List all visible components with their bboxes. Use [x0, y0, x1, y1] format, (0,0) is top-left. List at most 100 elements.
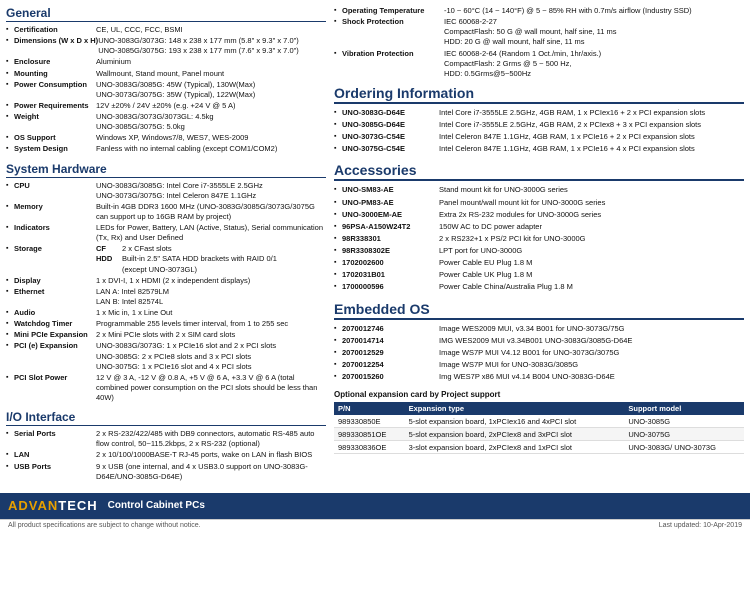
acc-pn-8: 1702031B01 [334, 270, 439, 280]
value-shock: IEC 60068-2-27CompactFlash: 50 G @ wall … [444, 17, 744, 47]
label-power-requirements: Power Requirements [6, 101, 96, 111]
page: General Certification CE, UL, CCC, FCC, … [0, 0, 750, 531]
row-serial-ports: Serial Ports 2 x RS-232/422/485 with DB9… [6, 429, 326, 449]
label-cpu: CPU [6, 181, 96, 201]
value-storage: CF2 x CFast slots HDDBuilt-in 2.5" SATA … [96, 244, 326, 274]
label-weight: Weight [6, 112, 96, 132]
io-interface-title: I/O Interface [6, 410, 326, 426]
value-indicators: LEDs for Power, Battery, LAN (Active, St… [96, 223, 326, 243]
order-item-4: UNO-3075G-C54E Intel Celeron 847E 1.1GHz… [334, 144, 744, 154]
table-cell-type: 3-slot expansion board, 2xPCIex8 and 1xP… [405, 441, 625, 454]
general-section: General Certification CE, UL, CCC, FCC, … [6, 6, 326, 155]
label-minipcie: Mini PCIe Expansion [6, 330, 96, 340]
value-power-requirements: 12V ±20% / 24V ±20% (e.g. +24 V @ 5 A) [96, 101, 326, 111]
os-item-1: 2070012746 Image WES2009 MUI, v3.34 B001… [334, 324, 744, 334]
value-weight: UNO-3083G/3073G/3073GL: 4.5kgUNO-3085G/3… [96, 112, 326, 132]
footer-logo: ADVANTECH [8, 498, 98, 513]
acc-pn-3: UNO-3000EM-AE [334, 210, 439, 220]
embedded-os-section: Embedded OS 2070012746 Image WES2009 MUI… [334, 301, 744, 383]
expansion-table: P/N Expansion type Support model 9893308… [334, 402, 744, 454]
label-op-temp: Operating Temperature [334, 6, 444, 16]
label-dimensions: Dimensions (W x D x H) [6, 36, 98, 56]
label-pci-slot-power: PCI Slot Power [6, 373, 96, 403]
col-header-pn: P/N [334, 402, 405, 415]
value-lan: 2 x 10/100/1000BASE-T RJ-45 ports, wake … [96, 450, 326, 460]
label-indicators: Indicators [6, 223, 96, 243]
label-display: Display [6, 276, 96, 286]
acc-item-9: 1700000596 Power Cable China/Australia P… [334, 282, 744, 292]
os-pn-5: 2070015260 [334, 372, 439, 382]
acc-item-8: 1702031B01 Power Cable UK Plug 1.8 M [334, 270, 744, 280]
acc-pn-2: UNO-PM83-AE [334, 198, 439, 208]
table-cell-pn: 989330836OE [334, 441, 405, 454]
os-pn-1: 2070012746 [334, 324, 439, 334]
row-dimensions: Dimensions (W x D x H) UNO-3083G/3073G: … [6, 36, 326, 56]
io-interface-section: I/O Interface Serial Ports 2 x RS-232/42… [6, 410, 326, 482]
acc-desc-5: 2 x RS232+1 x PS/2 PCI kit for UNO-3000G [439, 234, 744, 244]
acc-item-3: UNO-3000EM-AE Extra 2x RS-232 modules fo… [334, 210, 744, 220]
value-op-temp: -10 ~ 60°C (14 ~ 140°F) @ 5 ~ 85% RH wit… [444, 6, 744, 16]
acc-pn-6: 98R3308302E [334, 246, 439, 256]
row-memory: Memory Built-in 4GB DDR3 1600 MHz (UNO-3… [6, 202, 326, 222]
acc-item-6: 98R3308302E LPT port for UNO-3000G [334, 246, 744, 256]
label-certification: Certification [6, 25, 96, 35]
order-item-3: UNO-3073G-C54E Intel Celeron 847E 1.1GHz… [334, 132, 744, 142]
table-cell-pn: 989330851OE [334, 428, 405, 441]
acc-pn-5: 98R338301 [334, 234, 439, 244]
value-pci-slot-power: 12 V @ 3 A, -12 V @ 0.8 A, +5 V @ 6 A, +… [96, 373, 326, 403]
table-cell-type: 5-slot expansion board, 1xPCIex16 and 4x… [405, 415, 625, 428]
accessories-section: Accessories UNO-SM83-AE Stand mount kit … [334, 162, 744, 292]
value-display: 1 x DVI-I, 1 x HDMI (2 x independent dis… [96, 276, 326, 286]
value-os-support: Windows XP, Windows7/8, WES7, WES-2009 [96, 133, 326, 143]
row-system-design: System Design Fanless with no internal c… [6, 144, 326, 154]
order-pn-1: UNO-3083G-D64E [334, 108, 439, 118]
os-desc-5: Img WES7P x86 MUI v4.14 B004 UNO-3083G-D… [439, 372, 744, 382]
row-vibration: Vibration Protection IEC 60068-2-64 (Ran… [334, 49, 744, 79]
row-shock: Shock Protection IEC 60068-2-27CompactFl… [334, 17, 744, 47]
content-area: General Certification CE, UL, CCC, FCC, … [0, 0, 750, 493]
acc-item-2: UNO-PM83-AE Panel mount/wall mount kit f… [334, 198, 744, 208]
value-certification: CE, UL, CCC, FCC, BSMI [96, 25, 326, 35]
right-column: Operating Temperature -10 ~ 60°C (14 ~ 1… [334, 6, 744, 489]
row-minipcie: Mini PCIe Expansion 2 x Mini PCIe slots … [6, 330, 326, 340]
value-system-design: Fanless with no internal cabling (except… [96, 144, 326, 154]
table-row: 989330851OE 5-slot expansion board, 2xPC… [334, 428, 744, 441]
row-cpu: CPU UNO-3083G/3085G: Intel Core i7-3555L… [6, 181, 326, 201]
embedded-os-title: Embedded OS [334, 301, 744, 320]
acc-item-7: 1702002600 Power Cable EU Plug 1.8 M [334, 258, 744, 268]
value-cpu: UNO-3083G/3085G: Intel Core i7-3555LE 2.… [96, 181, 326, 201]
label-system-design: System Design [6, 144, 96, 154]
table-cell-pn: 989330850E [334, 415, 405, 428]
footer-bar: ADVANTECH Control Cabinet PCs [0, 493, 750, 519]
label-enclosure: Enclosure [6, 57, 96, 67]
label-pcie: PCI (e) Expansion [6, 341, 96, 371]
acc-desc-2: Panel mount/wall mount kit for UNO-3000G… [439, 198, 744, 208]
os-pn-3: 2070012529 [334, 348, 439, 358]
acc-desc-6: LPT port for UNO-3000G [439, 246, 744, 256]
row-weight: Weight UNO-3083G/3073G/3073GL: 4.5kgUNO-… [6, 112, 326, 132]
expansion-table-section: Optional expansion card by Project suppo… [334, 390, 744, 454]
value-dimensions: UNO-3083G/3073G: 148 x 238 x 177 mm (5.8… [98, 36, 326, 56]
system-hardware-section: System Hardware CPU UNO-3083G/3085G: Int… [6, 162, 326, 404]
os-item-2: 2070014714 IMG WES2009 MUI v3.34B001 UNO… [334, 336, 744, 346]
ordering-section: Ordering Information UNO-3083G-D64E Inte… [334, 85, 744, 155]
acc-desc-9: Power Cable China/Australia Plug 1.8 M [439, 282, 744, 292]
acc-desc-1: Stand mount kit for UNO-3000G series [439, 185, 744, 195]
row-enclosure: Enclosure Aluminium [6, 57, 326, 67]
acc-item-4: 96PSA-A150W24T2 150W AC to DC power adap… [334, 222, 744, 232]
label-power-consumption: Power Consumption [6, 80, 96, 100]
footer-note-right: Last updated: 10-Apr-2019 [659, 522, 742, 529]
value-minipcie: 2 x Mini PCIe slots with 2 x SIM card sl… [96, 330, 326, 340]
acc-desc-8: Power Cable UK Plug 1.8 M [439, 270, 744, 280]
row-power-requirements: Power Requirements 12V ±20% / 24V ±20% (… [6, 101, 326, 111]
os-item-3: 2070012529 Image WS7P MUI V4.12 B001 for… [334, 348, 744, 358]
footer-note-left: All product specifications are subject t… [8, 522, 201, 529]
os-pn-4: 2070012254 [334, 360, 439, 370]
row-lan: LAN 2 x 10/100/1000BASE-T RJ-45 ports, w… [6, 450, 326, 460]
row-os-support: OS Support Windows XP, Windows7/8, WES7,… [6, 133, 326, 143]
value-serial-ports: 2 x RS-232/422/485 with DB9 connectors, … [96, 429, 326, 449]
acc-item-1: UNO-SM83-AE Stand mount kit for UNO-3000… [334, 185, 744, 195]
table-cell-model: UNO-3075G [624, 428, 744, 441]
right-specs-section: Operating Temperature -10 ~ 60°C (14 ~ 1… [334, 6, 744, 79]
system-hardware-title: System Hardware [6, 162, 326, 178]
